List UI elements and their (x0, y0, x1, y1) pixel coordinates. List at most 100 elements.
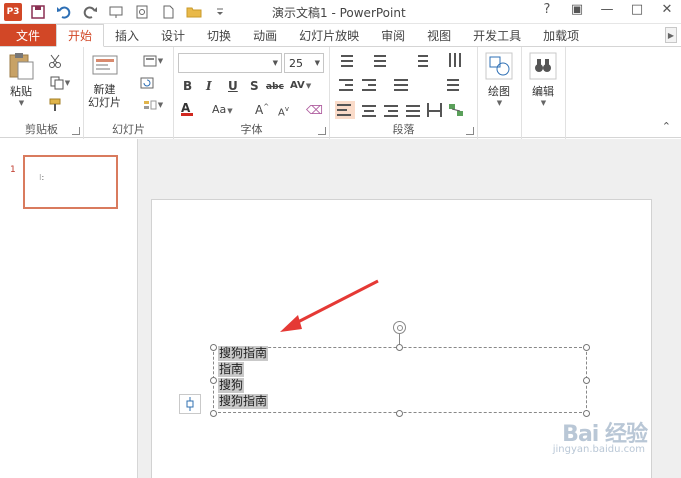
preview-icon[interactable] (132, 2, 152, 22)
layout-icon[interactable]: ▼ (138, 53, 168, 69)
resize-handle[interactable] (396, 344, 403, 351)
copy-icon[interactable]: ▼ (46, 75, 74, 91)
undo-icon[interactable] (54, 2, 74, 22)
tab-review[interactable]: 审阅 (370, 24, 416, 46)
watermark-url: jingyan.baidu.com (552, 444, 645, 455)
font-name-combo[interactable]: ▼ (178, 53, 282, 73)
text-line[interactable]: 搜狗指南 (218, 394, 269, 409)
align-left-icon[interactable] (335, 101, 355, 119)
format-painter-icon[interactable] (46, 97, 64, 113)
tab-scroll-right-icon[interactable]: ▶ (665, 27, 677, 43)
align-center-icon[interactable] (360, 103, 376, 117)
line-spacing-icon[interactable] (412, 53, 428, 67)
paragraph-launcher-icon[interactable] (466, 127, 474, 135)
tab-file[interactable]: 文件 (0, 24, 56, 46)
minimize-button[interactable]: — (599, 2, 615, 17)
resize-handle[interactable] (210, 344, 217, 351)
paste-dropdown-icon[interactable]: ▼ (19, 99, 24, 107)
tab-home[interactable]: 开始 (56, 24, 105, 47)
redo-icon[interactable] (80, 2, 100, 22)
text-box[interactable] (213, 347, 587, 413)
window-controls: ? ▣ — □ ✕ (539, 2, 675, 17)
align-text-icon[interactable] (444, 77, 460, 91)
text-line[interactable]: 指南 (218, 362, 245, 377)
maximize-button[interactable]: □ (629, 2, 645, 17)
tab-insert[interactable]: 插入 (104, 24, 150, 46)
resize-handle[interactable] (210, 410, 217, 417)
window-title: 演示文稿1 - PowerPoint (272, 6, 406, 20)
font-group-label: 字体 (240, 123, 263, 136)
clipboard-group: 粘贴 ▼ ▼ 剪贴板 (0, 47, 84, 139)
editing-dropdown-icon[interactable]: ▼ (541, 99, 546, 107)
shadow-icon[interactable]: S (250, 79, 259, 93)
drawing-button[interactable]: 绘图 ▼ (484, 51, 514, 107)
font-size-combo[interactable]: 25 ▼ (284, 53, 324, 73)
tab-view[interactable]: 视图 (416, 24, 462, 46)
tab-design[interactable]: 设计 (150, 24, 196, 46)
new-slide-label: 新建 幻灯片 (88, 83, 121, 109)
font-color-icon[interactable]: A (181, 101, 193, 116)
collapse-ribbon-icon[interactable]: ⌃ (662, 120, 671, 133)
text-line[interactable]: 搜狗 (218, 378, 245, 393)
slide-thumbnail[interactable]: ⁝: (23, 155, 118, 209)
underline-icon[interactable]: U (228, 79, 238, 93)
section-icon[interactable]: ▼ (138, 97, 168, 113)
new-icon[interactable] (158, 2, 178, 22)
distributed-icon[interactable] (426, 103, 442, 117)
strikethrough-icon[interactable]: abc (266, 82, 284, 92)
clear-formatting-icon[interactable]: ⌫ (306, 103, 323, 117)
clipboard-launcher-icon[interactable] (72, 127, 80, 135)
ribbon: 粘贴 ▼ ▼ 剪贴板 新建 幻灯片 ▼ ▼ 幻灯片 字体 ▼ 25 ▼ B I … (0, 46, 681, 139)
numbering-icon[interactable] (370, 53, 386, 67)
tab-addins[interactable]: 加载项 (532, 24, 590, 46)
char-spacing-icon[interactable]: AV▼ (290, 80, 311, 91)
new-slide-button[interactable]: 新建 幻灯片 (88, 51, 121, 109)
tab-transitions[interactable]: 切换 (196, 24, 242, 46)
tab-animations[interactable]: 动画 (242, 24, 288, 46)
cut-icon[interactable] (46, 53, 64, 69)
decrease-font-icon[interactable]: Av (278, 105, 289, 118)
resize-handle[interactable] (396, 410, 403, 417)
increase-indent-icon[interactable] (360, 77, 376, 91)
clipboard-group-label: 剪贴板 (25, 123, 58, 136)
justify-icon[interactable] (404, 103, 420, 117)
italic-icon[interactable]: I (206, 79, 212, 93)
align-right-icon[interactable] (382, 103, 398, 117)
columns-icon[interactable] (446, 53, 462, 67)
editing-group: 编辑 ▼ (522, 47, 566, 139)
smartart-icon[interactable] (448, 103, 464, 117)
increase-font-icon[interactable]: A^ (255, 103, 269, 117)
tab-slideshow[interactable]: 幻灯片放映 (288, 24, 370, 46)
slides-group-label: 幻灯片 (112, 123, 145, 136)
resize-handle[interactable] (583, 344, 590, 351)
font-launcher-icon[interactable] (318, 127, 326, 135)
font-name-dropdown-icon[interactable]: ▼ (273, 59, 278, 67)
rotate-handle-icon[interactable] (393, 321, 406, 334)
open-icon[interactable] (184, 2, 204, 22)
change-case-icon[interactable]: Aa▼ (212, 103, 233, 116)
decrease-indent-icon[interactable] (337, 77, 353, 91)
bullets-icon[interactable] (337, 53, 353, 67)
resize-handle[interactable] (583, 377, 590, 384)
ribbon-display-button[interactable]: ▣ (569, 2, 585, 17)
resize-handle[interactable] (210, 377, 217, 384)
reset-icon[interactable] (138, 75, 156, 91)
drawing-dropdown-icon[interactable]: ▼ (497, 99, 502, 107)
present-icon[interactable] (106, 2, 126, 22)
powerpoint-app-icon[interactable]: P3 (4, 3, 22, 21)
font-size-dropdown-icon[interactable]: ▼ (315, 59, 320, 67)
text-direction-icon[interactable] (392, 77, 408, 91)
editing-button[interactable]: 编辑 ▼ (528, 51, 558, 107)
tab-developer[interactable]: 开发工具 (462, 24, 532, 46)
paste-button[interactable]: 粘贴 ▼ (6, 51, 36, 107)
text-line[interactable]: 搜狗指南 (218, 346, 269, 361)
drawing-label: 绘图 (488, 85, 510, 98)
close-button[interactable]: ✕ (659, 2, 675, 17)
bold-icon[interactable]: B (183, 79, 192, 93)
layout-options-icon[interactable] (179, 394, 201, 414)
save-icon[interactable] (28, 2, 48, 22)
binoculars-icon (528, 51, 558, 81)
slide-thumbnail-pane: 1 ⁝: (0, 139, 138, 478)
help-button[interactable]: ? (539, 2, 555, 17)
customize-icon[interactable] (210, 2, 230, 22)
